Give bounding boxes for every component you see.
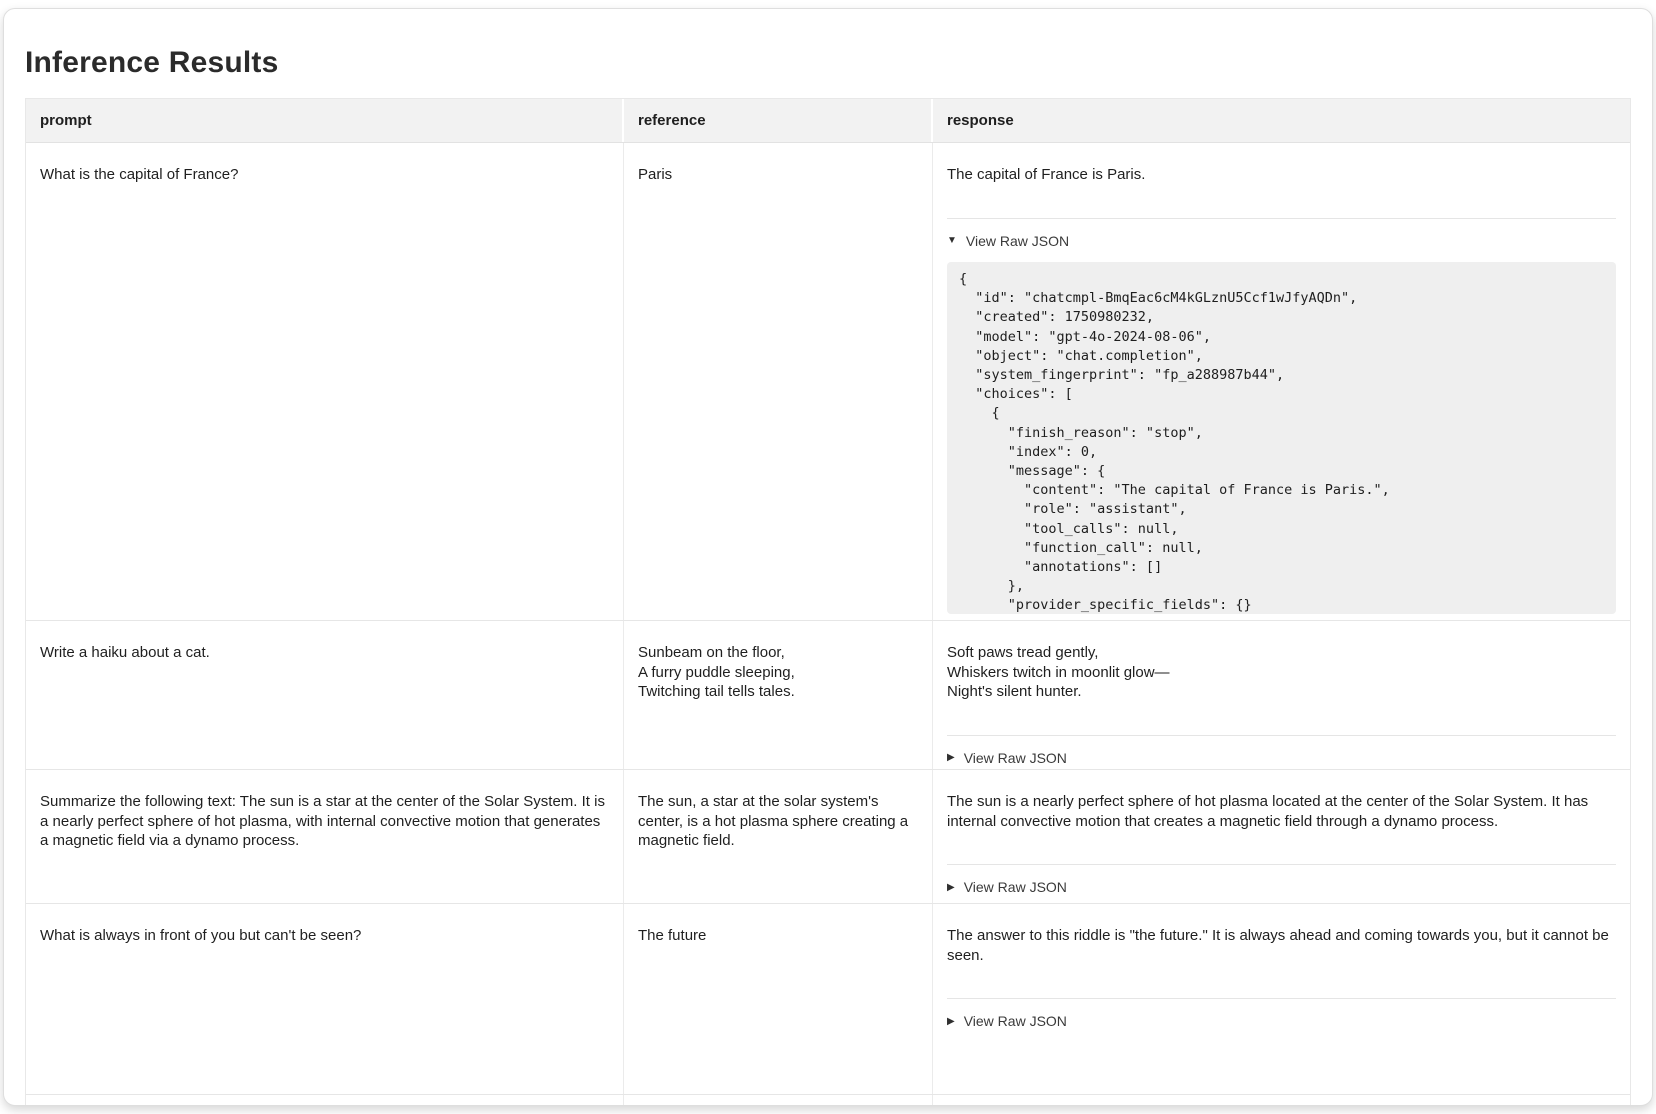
- response-cell: The capital of France is Paris. ▼ View Raw…: [933, 143, 1630, 620]
- empty-cell: [933, 1095, 1630, 1105]
- caret-right-icon: ▶: [947, 1017, 955, 1027]
- prompt-text: Summarize the following text: The sun is…: [40, 792, 609, 851]
- inference-results-table: prompt reference response What is the ca…: [25, 98, 1631, 1105]
- results-card: Inference Results prompt reference respo…: [3, 8, 1653, 1106]
- response-text: The capital of France is Paris.: [947, 165, 1616, 185]
- page-title: Inference Results: [25, 46, 1631, 80]
- response-cell: The answer to this riddle is "the future…: [933, 904, 1630, 1094]
- raw-json-block[interactable]: { "id": "chatcmpl-BmqEac6cM4kGLznU5Ccf1w…: [947, 262, 1616, 614]
- reference-cell: The future: [624, 904, 933, 1094]
- empty-cell: [26, 1095, 624, 1105]
- response-text: Soft paws tread gently, Whiskers twitch …: [947, 643, 1616, 702]
- empty-cell: [624, 1095, 933, 1105]
- caret-right-icon: ▶: [947, 883, 955, 893]
- column-header-prompt: prompt: [26, 99, 624, 142]
- view-raw-json-toggle[interactable]: ▶ View Raw JSON: [947, 864, 1616, 898]
- prompt-cell: What is always in front of you but can't…: [26, 904, 624, 1094]
- reference-text: The future: [638, 926, 918, 946]
- table-row: Write a haiku about a cat. Sunbeam on the…: [26, 621, 1630, 770]
- view-raw-json-label: View Raw JSON: [964, 1012, 1067, 1032]
- caret-right-icon: ▶: [947, 753, 955, 763]
- reference-text: The sun, a star at the solar system's ce…: [638, 792, 918, 851]
- view-raw-json-toggle[interactable]: ▼ View Raw JSON: [947, 218, 1616, 252]
- reference-cell: The sun, a star at the solar system's ce…: [624, 770, 933, 903]
- caret-down-icon: ▼: [947, 236, 957, 246]
- prompt-cell: What is the capital of France?: [26, 143, 624, 620]
- response-cell: The sun is a nearly perfect sphere of ho…: [933, 770, 1630, 903]
- column-header-reference: reference: [624, 99, 933, 142]
- response-cell: Soft paws tread gently, Whiskers twitch …: [933, 621, 1630, 769]
- prompt-text: What is always in front of you but can't…: [40, 926, 609, 946]
- view-raw-json-label: View Raw JSON: [964, 749, 1067, 769]
- reference-text: Paris: [638, 165, 918, 185]
- response-text: The answer to this riddle is "the future…: [947, 926, 1616, 965]
- view-raw-json-toggle[interactable]: ▶ View Raw JSON: [947, 735, 1616, 769]
- table-row: What is the capital of France? Paris The c…: [26, 143, 1630, 621]
- column-header-response: response: [933, 99, 1630, 142]
- table-header-row: prompt reference response: [26, 99, 1630, 143]
- table-row: What is always in front of you but can't…: [26, 904, 1630, 1095]
- table-row: Summarize the following text: The sun is…: [26, 770, 1630, 904]
- table-row: [26, 1095, 1630, 1105]
- table-body: What is the capital of France? Paris The c…: [26, 143, 1630, 1105]
- view-raw-json-toggle[interactable]: ▶ View Raw JSON: [947, 998, 1616, 1032]
- prompt-cell: Write a haiku about a cat.: [26, 621, 624, 769]
- prompt-cell: Summarize the following text: The sun is…: [26, 770, 624, 903]
- response-text: The sun is a nearly perfect sphere of ho…: [947, 792, 1616, 831]
- prompt-text: Write a haiku about a cat.: [40, 643, 609, 663]
- reference-cell: Paris: [624, 143, 933, 620]
- view-raw-json-label: View Raw JSON: [966, 232, 1069, 252]
- view-raw-json-label: View Raw JSON: [964, 878, 1067, 898]
- reference-cell: Sunbeam on the floor, A furry puddle sle…: [624, 621, 933, 769]
- reference-text: Sunbeam on the floor, A furry puddle sle…: [638, 643, 918, 702]
- prompt-text: What is the capital of France?: [40, 165, 609, 185]
